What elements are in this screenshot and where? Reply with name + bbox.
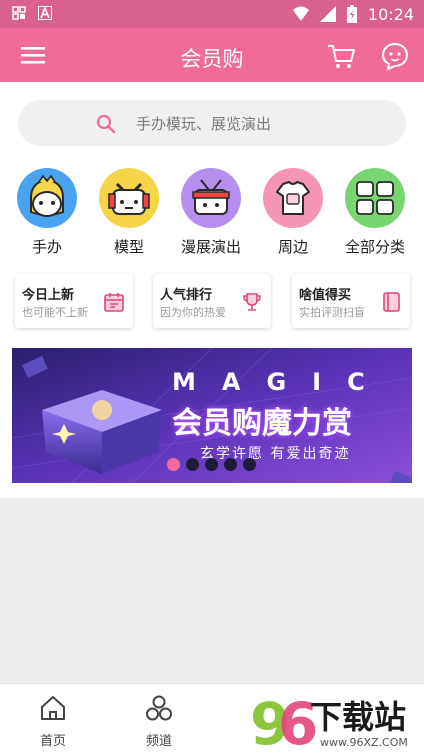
app-bar: 会员购 bbox=[0, 28, 424, 82]
calendar-icon bbox=[104, 293, 124, 312]
search-placeholder: 手办模玩、展览演出 bbox=[136, 115, 272, 133]
card-worth-buying[interactable]: 啥值得买 实拍评测扫盲 bbox=[292, 274, 410, 328]
card-popular-ranking[interactable]: 人气排行 因为你的热爱 bbox=[153, 274, 271, 328]
card-title: 今日上新 bbox=[22, 288, 75, 303]
figure-mascot-icon bbox=[17, 168, 77, 228]
watermark-logo: 9 6 bbox=[250, 690, 318, 753]
category-label: 模型 bbox=[113, 238, 144, 256]
robot-mascot-icon bbox=[99, 168, 159, 228]
banner-magic-text: MAGIC bbox=[172, 368, 391, 396]
battery-icon bbox=[346, 5, 357, 23]
card-subtitle: 实拍评测扫盲 bbox=[299, 306, 365, 319]
notification-a-icon bbox=[38, 6, 52, 20]
carousel-dot[interactable] bbox=[205, 458, 218, 471]
category-row: 手办 模型 漫展演出 周边 全部分类 bbox=[0, 168, 424, 258]
watermark-url: www.96XZ.COM bbox=[320, 736, 408, 749]
category-figures[interactable]: 手办 bbox=[7, 168, 87, 257]
carousel-dot[interactable] bbox=[167, 458, 180, 471]
carousel-dot[interactable] bbox=[243, 458, 256, 471]
category-label: 漫展演出 bbox=[180, 238, 241, 256]
category-label: 全部分类 bbox=[344, 238, 405, 256]
tab-label: 频道 bbox=[145, 734, 172, 749]
feature-cards: 今日上新 也可能不上新 人气排行 因为你的热爱 啥值得买 实拍评测扫盲 bbox=[0, 274, 424, 330]
grid-icon bbox=[12, 6, 26, 20]
category-exhibitions[interactable]: 漫展演出 bbox=[171, 168, 251, 257]
search-icon bbox=[96, 114, 116, 134]
status-bar: 10:24 bbox=[0, 0, 424, 28]
tab-label: 首页 bbox=[39, 734, 66, 749]
card-new-arrivals[interactable]: 今日上新 也可能不上新 bbox=[15, 274, 133, 328]
carousel-indicator bbox=[167, 458, 256, 471]
tab-channels[interactable]: 频道 bbox=[109, 694, 209, 749]
tshirt-icon bbox=[263, 168, 323, 228]
tv-mascot-icon bbox=[181, 168, 241, 228]
trophy-icon bbox=[243, 293, 261, 311]
category-label: 手办 bbox=[31, 238, 62, 256]
card-title: 啥值得买 bbox=[299, 288, 352, 303]
banner-title: 会员购魔力赏 bbox=[172, 406, 352, 441]
card-subtitle: 因为你的热爱 bbox=[160, 306, 226, 319]
category-models[interactable]: 模型 bbox=[89, 168, 169, 257]
wifi-icon bbox=[292, 6, 309, 21]
main-content: 手办模玩、展览演出 手办 模型 漫展演出 周边 全部分类 今日上新 也可能不上新… bbox=[0, 82, 424, 498]
tab-home[interactable]: 首页 bbox=[3, 694, 103, 749]
watermark-text: 下载站 bbox=[310, 698, 407, 736]
book-icon bbox=[383, 292, 400, 312]
home-icon bbox=[41, 696, 65, 720]
category-all[interactable]: 全部分类 bbox=[335, 168, 415, 257]
all-categories-icon bbox=[345, 168, 405, 228]
promo-banner[interactable]: MAGIC 会员购魔力赏 玄学许愿 有爱出奇迹 bbox=[12, 348, 412, 483]
app-title: 会员购 bbox=[180, 47, 244, 71]
category-merch[interactable]: 周边 bbox=[253, 168, 333, 257]
card-subtitle: 也可能不上新 bbox=[22, 306, 88, 319]
card-title: 人气排行 bbox=[160, 288, 213, 303]
signal-icon bbox=[319, 6, 336, 22]
clock: 10:24 bbox=[367, 4, 414, 24]
cart-icon[interactable] bbox=[326, 42, 356, 70]
category-label: 周边 bbox=[277, 238, 308, 256]
message-icon[interactable] bbox=[380, 41, 410, 71]
channels-icon bbox=[146, 695, 172, 721]
carousel-dot[interactable] bbox=[186, 458, 199, 471]
watermark: 9 6 下载站 www.96XZ.COM bbox=[248, 688, 424, 753]
search-bar[interactable]: 手办模玩、展览演出 bbox=[18, 100, 406, 146]
carousel-dot[interactable] bbox=[224, 458, 237, 471]
